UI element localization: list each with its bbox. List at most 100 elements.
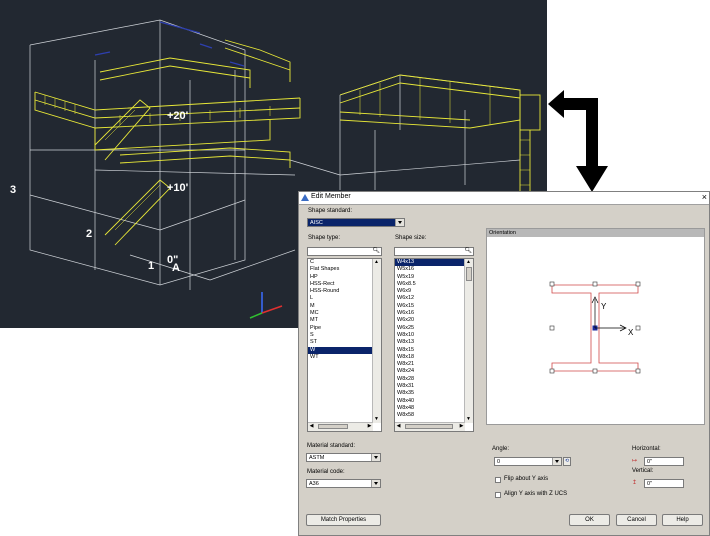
vertical-offset-input[interactable]: 0" [644,479,684,488]
dialog-titlebar[interactable]: Edit Member × [299,192,709,205]
shape-standard-select[interactable]: AISC [307,218,405,227]
list-item[interactable]: W8x31 [395,383,473,390]
y-axis-label: Y [601,302,607,311]
vertical-scrollbar[interactable]: ▲ ▼ [464,259,473,423]
horizontal-label: Horizontal: [632,446,661,452]
list-item[interactable]: W6x12 [395,295,473,302]
horizontal-offset-input[interactable]: 0" [644,457,684,466]
elevation-label-10: +10' [167,182,189,194]
horizontal-offset-icon: ↦ [632,458,638,464]
list-item[interactable]: W5x16 [395,266,473,273]
elevation-label-20: +20' [167,110,189,122]
vertical-label: Vertical: [632,468,654,474]
grid-label-3: 3 [10,184,17,196]
app-icon [301,194,309,201]
scroll-down-icon[interactable]: ▼ [373,416,380,423]
align-y-checkbox[interactable] [495,492,501,498]
scroll-thumb[interactable] [318,424,348,429]
list-item[interactable]: W6x8.5 [395,281,473,288]
list-item[interactable]: M [308,303,381,310]
list-item[interactable]: W [308,346,381,354]
chevron-down-icon[interactable] [552,458,561,465]
grip-handle [549,281,555,287]
list-item[interactable]: MC [308,310,381,317]
angle-select[interactable]: 0 [494,457,562,466]
scroll-left-icon[interactable]: ◀ [308,423,315,430]
list-item[interactable]: W6x25 [395,325,473,332]
close-icon[interactable]: × [702,192,707,202]
scroll-thumb[interactable] [466,267,472,281]
flip-y-checkbox[interactable] [495,477,501,483]
vertical-scrollbar[interactable]: ▲ ▼ [372,259,381,423]
material-code-select[interactable]: A36 [306,479,381,488]
chevron-down-icon[interactable] [395,219,404,226]
list-item[interactable]: W8x15 [395,347,473,354]
list-item[interactable]: HSS-Rect [308,281,381,288]
grip-handle [592,368,598,374]
list-item[interactable]: Flat Shapes [308,266,381,273]
list-item[interactable]: W8x21 [395,361,473,368]
list-item[interactable]: S [308,332,381,339]
list-item[interactable]: L [308,295,381,302]
list-item[interactable]: W6x9 [395,288,473,295]
shape-size-list[interactable]: W4x13 W5x16 W5x19 W6x8.5 W6x9 W6x12 W6x15 W6x16… [394,258,474,432]
search-icon[interactable]: 🔍︎ [464,248,472,255]
chevron-down-icon[interactable] [371,480,380,487]
horizontal-scrollbar[interactable]: ◀ ▶ [308,422,373,431]
list-item[interactable]: HSS-Round [308,288,381,295]
scroll-right-icon[interactable]: ▶ [458,423,465,430]
list-item[interactable]: W6x15 [395,303,473,310]
cancel-button[interactable]: Cancel [616,514,657,526]
list-item[interactable]: W8x24 [395,368,473,375]
scroll-up-icon[interactable]: ▲ [373,259,380,266]
edit-member-dialog: Edit Member × Shape standard: AISC Shape… [298,191,710,536]
list-item[interactable]: WT [308,354,381,361]
list-item[interactable]: W6x20 [395,317,473,324]
list-item[interactable]: W5x19 [395,274,473,281]
grip-handle [635,368,641,374]
scroll-right-icon[interactable]: ▶ [366,423,373,430]
list-item[interactable]: W6x16 [395,310,473,317]
list-item[interactable]: W8x58 [395,412,473,419]
elevation-label-0: 0" [167,254,179,266]
scroll-left-icon[interactable]: ◀ [395,423,402,430]
list-item[interactable]: W8x40 [395,398,473,405]
list-item[interactable]: W8x10 [395,332,473,339]
angle-label: Angle: [492,446,510,452]
list-item[interactable]: W8x18 [395,354,473,361]
grip-handle [549,325,555,331]
list-item[interactable]: W8x48 [395,405,473,412]
list-item[interactable]: HP [308,274,381,281]
list-item[interactable]: Pipe [308,325,381,332]
list-item[interactable]: W8x35 [395,390,473,397]
chevron-down-icon[interactable] [371,454,380,461]
material-standard-select[interactable]: ASTM [306,453,381,462]
grid-label-1: 1 [148,260,155,272]
pick-angle-icon[interactable]: ⟲ [563,457,571,466]
list-item[interactable]: W4x13 [395,259,473,267]
shape-size-search-input[interactable]: 🔍︎ [394,247,474,256]
ucs-icon [249,292,283,319]
list-item[interactable]: MT [308,317,381,324]
list-item[interactable]: W8x13 [395,339,473,346]
shape-size-label: Shape size: [395,235,427,241]
ok-button[interactable]: OK [569,514,610,526]
shape-type-search-input[interactable]: 🔍︎ [307,247,382,256]
material-standard-label: Material standard: [307,443,356,449]
match-properties-button[interactable]: Match Properties [306,514,381,526]
scroll-thumb[interactable] [405,424,453,429]
scroll-down-icon[interactable]: ▼ [465,416,472,423]
search-icon[interactable]: 🔍︎ [372,248,380,255]
grid-label-2: 2 [86,228,93,240]
grip-handle [635,281,641,287]
x-axis-label: X [628,328,634,337]
scroll-up-icon[interactable]: ▲ [465,259,472,266]
grip-handle [592,281,598,287]
shape-type-label: Shape type: [308,235,341,241]
list-item[interactable]: W8x28 [395,376,473,383]
horizontal-scrollbar[interactable]: ◀ ▶ [395,422,465,431]
help-button[interactable]: Help [662,514,703,526]
shape-type-list[interactable]: C Flat Shapes HP HSS-Rect HSS-Round L M MC MT Pip… [307,258,382,432]
list-item[interactable]: ST [308,339,381,346]
list-item[interactable]: C [308,259,381,266]
